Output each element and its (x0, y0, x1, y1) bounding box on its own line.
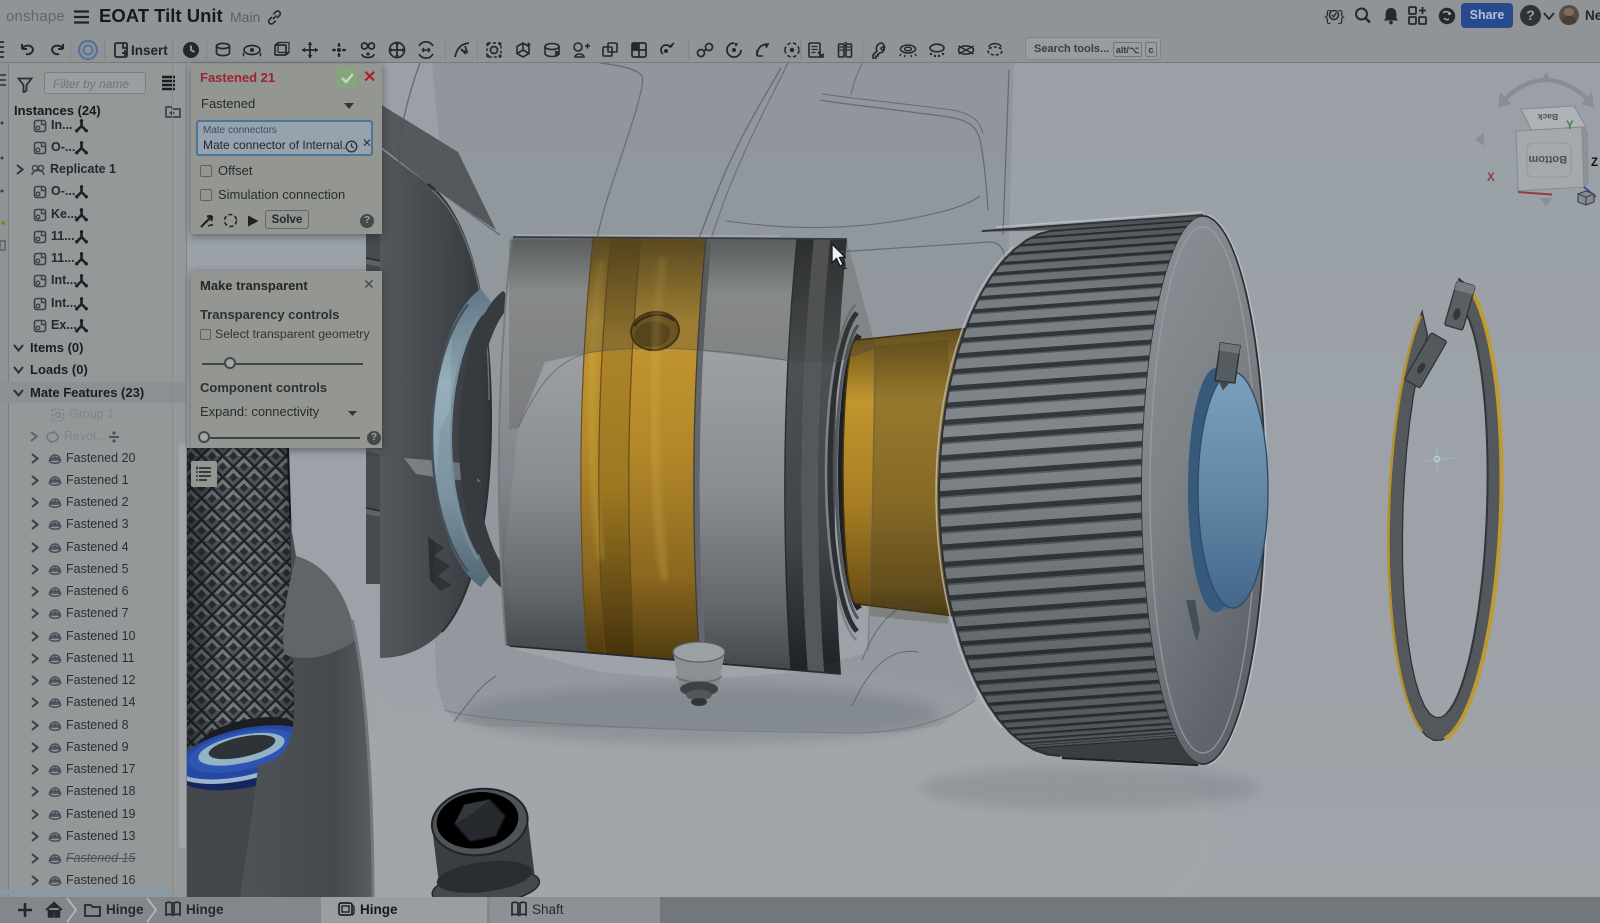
svg-text:Bottom: Bottom (1528, 153, 1567, 165)
svg-text:Y: Y (1566, 120, 1574, 132)
svg-text:Z: Z (1591, 157, 1598, 169)
svg-text:Back: Back (1537, 112, 1558, 122)
svg-text:X: X (1487, 172, 1495, 184)
svg-text:1: 1 (842, 261, 848, 272)
